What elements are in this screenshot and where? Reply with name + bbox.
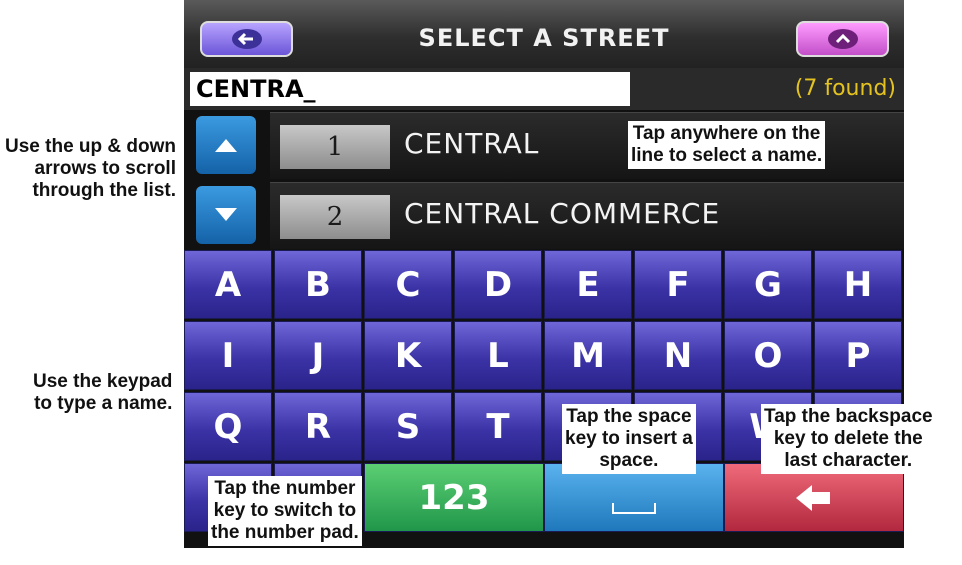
search-bar: CENTRA_ (7 found) bbox=[184, 68, 904, 110]
key-m[interactable]: M bbox=[544, 321, 632, 390]
key-s[interactable]: S bbox=[364, 392, 452, 461]
list-item-name: CENTRAL COMMERCE bbox=[404, 197, 721, 230]
key-q[interactable]: Q bbox=[184, 392, 272, 461]
results-count: (7 found) bbox=[794, 76, 896, 101]
triangle-down-icon bbox=[215, 208, 237, 221]
annotation-backspace: Tap the backspace key to delete the last… bbox=[761, 404, 936, 474]
annotation-keypad: Use the keypad to type a name. bbox=[33, 371, 173, 414]
up-button[interactable] bbox=[796, 21, 889, 57]
triangle-up-icon bbox=[215, 139, 237, 152]
key-e[interactable]: E bbox=[544, 250, 632, 319]
space-icon bbox=[612, 503, 656, 514]
annotation-select-line: Tap anywhere on the line to select a nam… bbox=[628, 121, 826, 169]
list-item[interactable]: 2 CENTRAL COMMERCE bbox=[270, 182, 904, 249]
key-o[interactable]: O bbox=[724, 321, 812, 390]
key-b[interactable]: B bbox=[274, 250, 362, 319]
list-item-number: 1 bbox=[280, 125, 390, 169]
key-p[interactable]: P bbox=[814, 321, 902, 390]
up-arrow-icon bbox=[827, 29, 858, 49]
key-a[interactable]: A bbox=[184, 250, 272, 319]
key-f[interactable]: F bbox=[634, 250, 722, 319]
annotation-number: Tap the number key to switch to the numb… bbox=[208, 476, 362, 546]
list-item-number: 2 bbox=[280, 195, 390, 239]
street-search-input[interactable]: CENTRA_ bbox=[190, 72, 630, 106]
backspace-arrow-icon bbox=[796, 484, 830, 511]
scroll-up-button[interactable] bbox=[196, 116, 256, 174]
number-pad-button[interactable]: 123 bbox=[364, 463, 544, 532]
key-k[interactable]: K bbox=[364, 321, 452, 390]
key-i[interactable]: I bbox=[184, 321, 272, 390]
key-j[interactable]: J bbox=[274, 321, 362, 390]
key-g[interactable]: G bbox=[724, 250, 812, 319]
key-n[interactable]: N bbox=[634, 321, 722, 390]
list-item-name: CENTRAL bbox=[404, 127, 540, 160]
key-c[interactable]: C bbox=[364, 250, 452, 319]
title-bar: SELECT A STREET bbox=[184, 0, 904, 68]
annotation-space: Tap the space key to insert a space. bbox=[562, 404, 696, 474]
key-t[interactable]: T bbox=[454, 392, 542, 461]
key-d[interactable]: D bbox=[454, 250, 542, 319]
scroll-down-button[interactable] bbox=[196, 186, 256, 244]
key-l[interactable]: L bbox=[454, 321, 542, 390]
key-h[interactable]: H bbox=[814, 250, 902, 319]
annotation-scroll: Use the up & down arrows to scroll throu… bbox=[5, 136, 176, 201]
key-r[interactable]: R bbox=[274, 392, 362, 461]
